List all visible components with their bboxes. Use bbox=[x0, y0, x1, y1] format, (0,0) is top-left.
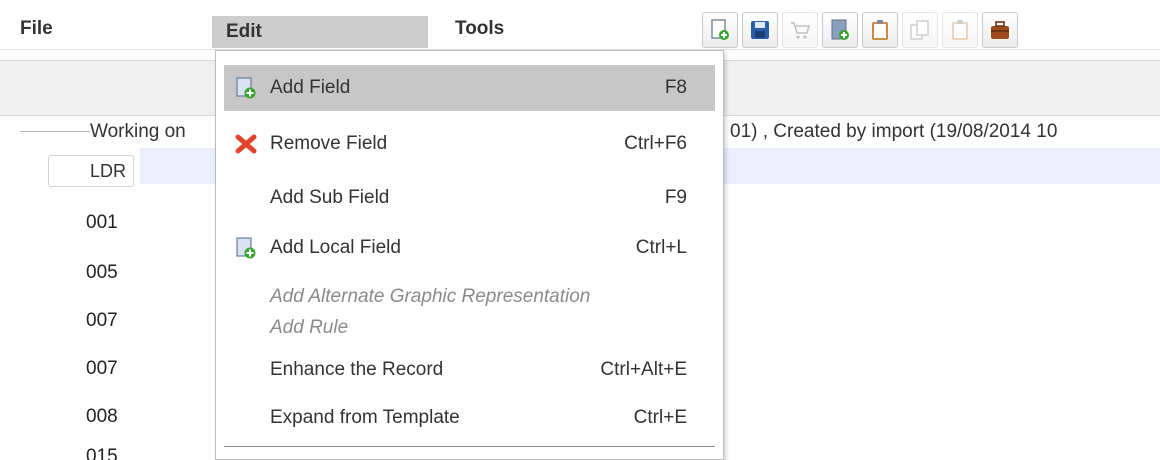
field-tag[interactable]: 007 bbox=[86, 310, 118, 332]
document-add-icon bbox=[831, 19, 849, 40]
menu-item-add-sub-field[interactable]: Add Sub Field F9 bbox=[224, 175, 715, 221]
menu-item-shortcut: Ctrl+L bbox=[635, 237, 687, 258]
menu-item-shortcut: F9 bbox=[664, 187, 687, 208]
fieldset-border bbox=[20, 131, 90, 132]
menu-edit[interactable]: Edit bbox=[212, 16, 428, 48]
menu-bar: File Edit Tools bbox=[0, 0, 1160, 50]
document-add-button[interactable] bbox=[822, 12, 858, 48]
briefcase-icon bbox=[991, 21, 1009, 39]
menu-item-shortcut: Ctrl+E bbox=[633, 407, 687, 428]
menu-item-label: Add Local Field bbox=[270, 237, 401, 258]
clipboard-icon bbox=[872, 20, 888, 40]
menu-item-shortcut: F8 bbox=[664, 77, 687, 98]
menu-item-shortcut: Ctrl+Alt+E bbox=[600, 359, 687, 380]
working-on-label: Working on bbox=[90, 121, 186, 142]
field-tag[interactable]: 008 bbox=[86, 406, 118, 428]
menu-item-remove-field[interactable]: Remove Field Ctrl+F6 bbox=[224, 121, 715, 167]
add-field-icon bbox=[236, 237, 256, 259]
field-tag[interactable]: 005 bbox=[86, 262, 118, 284]
new-record-button[interactable] bbox=[702, 12, 738, 48]
field-tag[interactable]: 001 bbox=[86, 212, 118, 234]
menu-item-add-local-field[interactable]: Add Local Field Ctrl+L bbox=[224, 225, 715, 271]
briefcase-button[interactable] bbox=[982, 12, 1018, 48]
menu-separator bbox=[224, 446, 715, 447]
menu-file[interactable]: File bbox=[20, 12, 53, 46]
add-field-icon bbox=[236, 77, 256, 99]
cart-icon bbox=[791, 22, 811, 39]
menu-item-expand-template[interactable]: Expand from Template Ctrl+E bbox=[224, 395, 715, 441]
save-icon bbox=[751, 21, 769, 39]
field-tag[interactable]: 015 bbox=[86, 446, 118, 460]
save-button[interactable] bbox=[742, 12, 778, 48]
field-tag[interactable]: 007 bbox=[86, 358, 118, 380]
menu-item-label: Add Sub Field bbox=[270, 187, 390, 208]
copy-icon bbox=[910, 20, 929, 40]
remove-x-icon bbox=[235, 134, 257, 154]
menu-item-enhance-record[interactable]: Enhance the Record Ctrl+Alt+E bbox=[224, 347, 715, 393]
menu-item-add-field[interactable]: Add Field F8 bbox=[224, 65, 715, 111]
menu-tools[interactable]: Tools bbox=[455, 12, 504, 46]
clipboard-blank-button[interactable] bbox=[942, 12, 978, 48]
cart-button[interactable] bbox=[782, 12, 818, 48]
menu-item-add-alternate-graphic: Add Alternate Graphic Representation bbox=[270, 286, 591, 307]
leader-tag-field[interactable]: LDR bbox=[48, 155, 134, 187]
menu-item-label: Enhance the Record bbox=[270, 359, 444, 380]
menu-item-label: Add Field bbox=[270, 77, 351, 98]
copy-button[interactable] bbox=[902, 12, 938, 48]
menu-item-shortcut: Ctrl+F6 bbox=[624, 133, 687, 154]
menu-item-label: Expand from Template bbox=[270, 407, 460, 428]
edit-menu-dropdown: Add Field F8 Remove Field Ctrl+F6 Add Su… bbox=[215, 50, 724, 460]
clipboard-button[interactable] bbox=[862, 12, 898, 48]
menu-item-add-rule: Add Rule bbox=[270, 317, 349, 338]
menu-item-label: Remove Field bbox=[270, 133, 388, 154]
record-status-text: 01) , Created by import (19/08/2014 10 bbox=[730, 121, 1058, 142]
clipboard-blank-icon bbox=[952, 20, 968, 40]
new-record-icon bbox=[711, 19, 729, 40]
toolbar bbox=[702, 12, 1018, 48]
